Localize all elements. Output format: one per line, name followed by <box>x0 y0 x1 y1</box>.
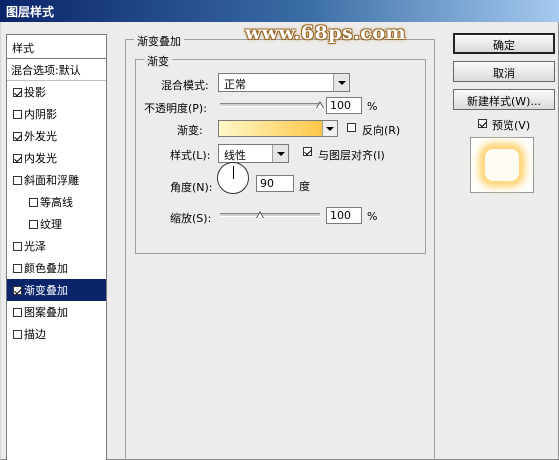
gradient-picker[interactable] <box>218 120 338 137</box>
gradient-subgroup-title: 渐变 <box>144 53 172 69</box>
chevron-down-icon[interactable] <box>333 74 349 91</box>
watermark-logo: www.68ps.com <box>245 22 407 44</box>
style-label: 样式(L): <box>170 149 211 162</box>
dialog-body: 样式 混合选项:默认 投影 内阴影 外发光 内发光 斜面和浮雕 等高线 纹理 光泽 颜色叠加 渐变… <box>0 22 559 460</box>
style-list-item[interactable]: 光泽 <box>7 235 106 257</box>
style-item-checkbox[interactable] <box>13 264 22 273</box>
opacity-input[interactable]: 100 <box>326 97 362 114</box>
style-item-checkbox[interactable] <box>13 132 22 141</box>
style-item-checkbox[interactable] <box>13 330 22 339</box>
style-value: 线性 <box>224 149 246 162</box>
gradient-swatch[interactable] <box>219 121 322 136</box>
style-list-item[interactable]: 纹理 <box>7 213 106 235</box>
style-item-checkbox[interactable] <box>13 110 22 119</box>
style-item-label: 描边 <box>24 328 46 341</box>
preview-checkbox[interactable] <box>478 119 487 128</box>
style-item-label: 图案叠加 <box>24 306 68 319</box>
title-bar: 图层样式 <box>0 0 559 22</box>
scale-input[interactable]: 100 <box>326 207 362 224</box>
style-list-header[interactable]: 样式 <box>7 35 106 59</box>
reverse-checkbox[interactable] <box>347 123 356 132</box>
opacity-label: 不透明度(P): <box>144 102 207 115</box>
style-item-checkbox[interactable] <box>29 220 38 229</box>
cancel-button[interactable]: 取消 <box>453 61 555 82</box>
opacity-slider-thumb[interactable] <box>316 101 324 108</box>
style-item-label: 内发光 <box>24 152 57 165</box>
gradient-label: 渐变: <box>177 124 203 137</box>
style-list-item[interactable]: 渐变叠加 <box>7 279 106 301</box>
style-item-checkbox[interactable] <box>13 308 22 317</box>
angle-needle <box>233 166 234 179</box>
new-style-button[interactable]: 新建样式(W)... <box>453 89 555 110</box>
style-item-checkbox[interactable] <box>13 154 22 163</box>
chevron-down-icon[interactable] <box>272 145 288 162</box>
style-item-checkbox[interactable] <box>13 88 22 97</box>
style-list-item[interactable]: 投影 <box>7 81 106 103</box>
style-item-label: 颜色叠加 <box>24 262 68 275</box>
style-list-item[interactable]: 图案叠加 <box>7 301 106 323</box>
blend-options-item[interactable]: 混合选项:默认 <box>7 59 106 81</box>
scale-slider-thumb[interactable] <box>256 211 264 218</box>
opacity-unit: % <box>367 100 378 113</box>
style-list-item[interactable]: 斜面和浮雕 <box>7 169 106 191</box>
style-item-label: 外发光 <box>24 130 57 143</box>
blend-mode-value: 正常 <box>224 78 246 91</box>
style-list-item[interactable]: 等高线 <box>7 191 106 213</box>
reverse-label[interactable]: 反向(R) <box>362 122 400 138</box>
style-item-label: 等高线 <box>40 196 73 209</box>
style-item-checkbox[interactable] <box>13 242 22 251</box>
angle-dial[interactable] <box>217 162 249 194</box>
style-item-label: 内阴影 <box>24 108 57 121</box>
style-list: 样式 混合选项:默认 投影内阴影外发光内发光斜面和浮雕等高线纹理光泽颜色叠加渐变… <box>6 34 107 460</box>
gradient-overlay-group-title: 渐变叠加 <box>134 33 184 49</box>
scale-unit: % <box>367 210 378 223</box>
style-item-label: 光泽 <box>24 240 46 253</box>
align-with-layer-checkbox[interactable] <box>303 147 312 156</box>
style-item-label: 投影 <box>24 86 46 99</box>
scale-label: 缩放(S): <box>170 212 212 225</box>
angle-unit: 度 <box>299 180 310 193</box>
style-item-checkbox[interactable] <box>13 176 22 185</box>
style-list-item[interactable]: 颜色叠加 <box>7 257 106 279</box>
blend-mode-select[interactable]: 正常 <box>218 73 350 92</box>
style-select[interactable]: 线性 <box>218 144 289 163</box>
opacity-slider[interactable] <box>220 103 320 107</box>
window-title: 图层样式 <box>6 5 55 19</box>
style-list-item[interactable]: 内发光 <box>7 147 106 169</box>
align-with-layer-label[interactable]: 与图层对齐(I) <box>318 147 385 163</box>
blend-mode-label: 混合模式: <box>161 79 209 92</box>
style-list-item[interactable]: 描边 <box>7 323 106 345</box>
scale-slider[interactable] <box>220 213 320 217</box>
style-item-label: 斜面和浮雕 <box>24 174 79 187</box>
style-item-label: 纹理 <box>40 218 62 231</box>
chevron-down-icon[interactable] <box>322 121 337 136</box>
style-list-item[interactable]: 内阴影 <box>7 103 106 125</box>
style-item-checkbox[interactable] <box>13 286 22 295</box>
ok-button[interactable]: 确定 <box>453 33 555 54</box>
style-preview-thumbnail <box>470 137 534 193</box>
style-item-checkbox[interactable] <box>29 198 38 207</box>
style-list-item[interactable]: 外发光 <box>7 125 106 147</box>
preview-glow-shape <box>485 149 519 181</box>
preview-label[interactable]: 预览(V) <box>492 117 530 133</box>
angle-label: 角度(N): <box>170 181 213 194</box>
angle-input[interactable]: 90 <box>256 175 294 192</box>
style-item-label: 渐变叠加 <box>24 284 68 297</box>
